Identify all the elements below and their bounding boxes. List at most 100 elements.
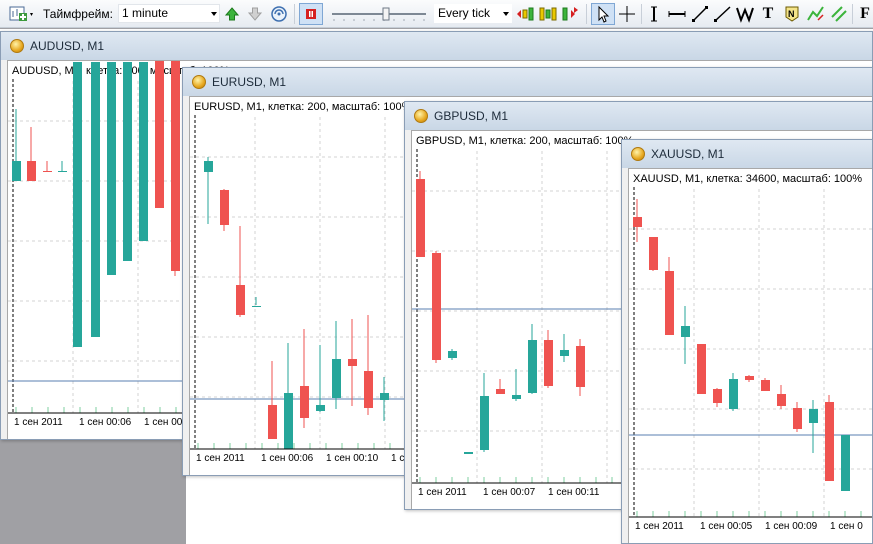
candle-body xyxy=(268,405,277,439)
x-axis-label: 1 сен 2011 xyxy=(635,521,684,532)
candle-body xyxy=(155,61,164,208)
window-title: AUDUSD, M1 xyxy=(30,39,105,53)
candle-body xyxy=(380,393,389,400)
x-axis-label: 1 сен 00:10 xyxy=(326,453,379,464)
candle-body xyxy=(697,344,706,394)
fibo-button[interactable]: N xyxy=(781,3,803,25)
chart-area[interactable]: XAUUSD, M1, клетка: 34600, масштаб: 100%… xyxy=(628,168,872,543)
step-up-button[interactable] xyxy=(222,3,242,25)
candle-body xyxy=(316,405,325,411)
candle-body xyxy=(364,371,373,408)
x-axis-label: 1 сен 00:05 xyxy=(700,521,753,532)
crosshair-button[interactable] xyxy=(616,3,638,25)
arrow-up-icon xyxy=(224,7,240,21)
candle-body xyxy=(825,402,834,481)
candle-body xyxy=(576,346,585,387)
slider-track xyxy=(332,7,426,21)
window-titlebar[interactable]: GBPUSD, M1 xyxy=(405,102,872,130)
coin-icon xyxy=(10,39,24,53)
candle-body xyxy=(252,306,261,307)
candle-body xyxy=(107,62,116,275)
window-titlebar[interactable]: XAUUSD, M1 xyxy=(622,140,872,168)
candle-body xyxy=(496,389,505,394)
step-down-button[interactable] xyxy=(245,3,265,25)
candle-body xyxy=(480,396,489,450)
candle-body xyxy=(665,271,674,335)
timeframe-select[interactable]: 1 minute xyxy=(118,4,220,23)
tick-mode-select[interactable]: Every tick xyxy=(434,4,512,23)
coin-icon xyxy=(631,147,645,161)
new-chart-button[interactable] xyxy=(8,3,36,25)
elliott-icon xyxy=(807,6,824,21)
tick-mode-value: Every tick xyxy=(438,6,491,20)
wave-button[interactable] xyxy=(734,3,756,25)
candle-left-button[interactable] xyxy=(514,3,536,25)
vertical-line-button[interactable] xyxy=(645,3,663,25)
chevron-down-icon xyxy=(503,12,509,16)
candle-body xyxy=(416,179,425,257)
candle-body xyxy=(123,62,132,261)
x-axis-label: 1 сен 0 xyxy=(830,521,863,532)
elliott-button[interactable] xyxy=(805,3,827,25)
timeframe-label: Таймфрейм: xyxy=(43,7,113,21)
x-axis-label: 1 сен 00:11 xyxy=(548,487,600,498)
pause-button[interactable] xyxy=(299,3,323,25)
speed-slider[interactable] xyxy=(330,3,428,25)
candle-left-icon xyxy=(517,7,534,21)
candle-body xyxy=(841,435,850,491)
window-titlebar[interactable]: EURUSD, M1 xyxy=(183,68,872,96)
candle-body xyxy=(809,409,818,423)
fibo-icon: N xyxy=(785,6,799,22)
timeframe-value: 1 minute xyxy=(122,6,169,20)
candle-right-button[interactable] xyxy=(560,3,582,25)
channel-button[interactable] xyxy=(829,3,849,25)
fibo-letter: N xyxy=(788,9,795,19)
candle-body xyxy=(220,190,229,225)
x-axis-label: 1 сен 2011 xyxy=(14,417,63,428)
ray-button[interactable] xyxy=(712,3,732,25)
window-titlebar[interactable]: AUDUSD, M1 xyxy=(1,32,872,60)
x-axis-label: 1 сен 00:06 xyxy=(79,417,132,428)
trendline-icon xyxy=(692,6,708,22)
text-tool-button[interactable]: T xyxy=(758,3,778,25)
channel-icon xyxy=(831,6,847,22)
font-button[interactable]: F xyxy=(857,3,873,25)
candle-body xyxy=(171,61,180,271)
horizontal-line-button[interactable] xyxy=(666,3,688,25)
chevron-down-icon xyxy=(211,12,217,16)
candle-pair-button[interactable] xyxy=(537,3,559,25)
candle-body xyxy=(793,408,802,429)
chart-window-xauusd[interactable]: XAUUSD, M1 XAUUSD, M1, клетка: 34600, ма… xyxy=(621,139,873,544)
pause-icon xyxy=(306,9,316,19)
window-title: XAUUSD, M1 xyxy=(651,147,725,161)
window-title: GBPUSD, M1 xyxy=(434,109,509,123)
coin-icon xyxy=(414,109,428,123)
candle-body xyxy=(300,386,309,418)
horizontal-line-icon xyxy=(668,11,686,17)
sync-button[interactable] xyxy=(268,3,290,25)
candle-body xyxy=(681,326,690,337)
candle-body xyxy=(777,394,786,406)
window-title: EURUSD, M1 xyxy=(212,75,287,89)
trendline-button[interactable] xyxy=(690,3,710,25)
sync-icon xyxy=(271,6,287,22)
candle-body xyxy=(43,171,52,172)
candle-body xyxy=(204,161,213,172)
candle-body xyxy=(729,379,738,409)
font-icon: F xyxy=(860,5,870,22)
x-axis-label: 1 сен 00:07 xyxy=(483,487,536,498)
candle-body xyxy=(713,389,722,403)
arrow-down-icon xyxy=(247,7,263,21)
candle-body xyxy=(139,62,148,241)
candle-right-icon xyxy=(562,7,578,21)
ray-icon xyxy=(714,6,731,22)
new-chart-icon xyxy=(9,6,33,21)
candle-body xyxy=(560,350,569,356)
x-axis-label: 1 сен 00:09 xyxy=(765,521,818,532)
candle-body xyxy=(12,161,21,181)
cursor-button[interactable] xyxy=(591,3,615,25)
coin-icon xyxy=(192,75,206,89)
candle-body xyxy=(58,171,67,172)
text-icon: T xyxy=(762,5,774,22)
x-axis-label: 1 сен 00:06 xyxy=(261,453,314,464)
